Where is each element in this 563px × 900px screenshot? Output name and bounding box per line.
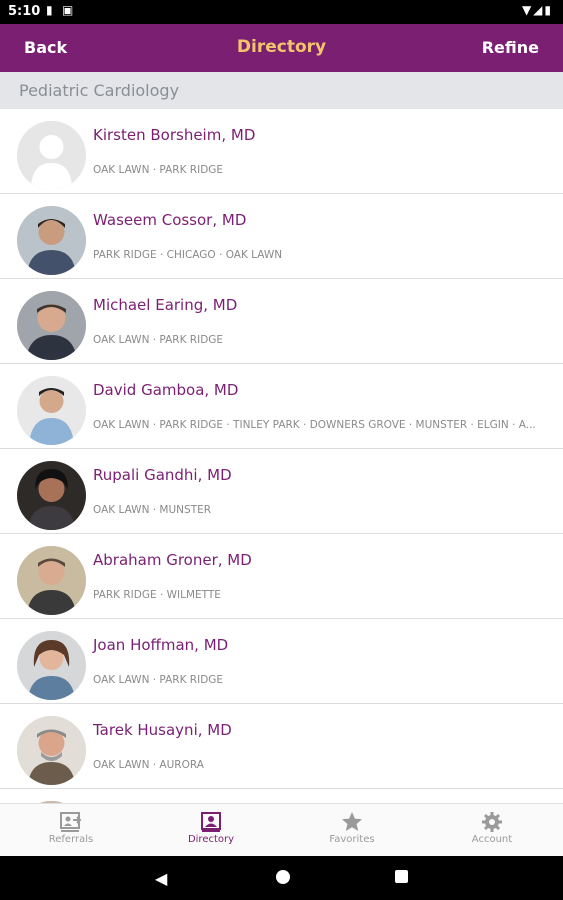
- star-icon: [342, 812, 362, 831]
- doctor-photo: [17, 631, 86, 700]
- page-title: Directory: [236, 37, 327, 57]
- nav-directory-label: Directory: [187, 834, 235, 845]
- referrals-icon: [60, 812, 82, 832]
- doctor-row[interactable]: Rupali Gandhi, MD OAK LAWN · MUNSTER: [0, 449, 563, 534]
- nav-favorites-label: Favorites: [329, 834, 375, 845]
- nav-favorites[interactable]: Favorites: [302, 810, 402, 845]
- doctor-row[interactable]: Michael Earing, MD OAK LAWN · PARK RIDGE: [0, 279, 563, 364]
- doctor-row[interactable]: Kirsten Borsheim, MD OAK LAWN · PARK RID…: [0, 109, 563, 194]
- directory-icon: [201, 812, 221, 832]
- section-title: Pediatric Cardiology: [19, 81, 180, 100]
- nav-directory[interactable]: Directory: [161, 810, 261, 845]
- doctor-name: Waseem Cossor, MD: [93, 211, 247, 229]
- app-bar: Back Directory Refine: [0, 24, 563, 72]
- doctor-locations: OAK LAWN · PARK RIDGE: [93, 674, 224, 686]
- status-bar: 5:10 ▮ ▣ ▼◢▮: [0, 0, 563, 24]
- doctor-name: Kirsten Borsheim, MD: [93, 126, 256, 144]
- doctor-name: Michael Earing, MD: [93, 296, 238, 314]
- nav-referrals[interactable]: Referrals: [21, 810, 121, 845]
- doctor-photo: [17, 206, 86, 275]
- placeholder-avatar: [17, 121, 86, 190]
- doctor-row[interactable]: David Gamboa, MD OAK LAWN · PARK RIDGE ·…: [0, 364, 563, 449]
- doctor-locations: OAK LAWN · MUNSTER: [93, 504, 212, 516]
- refine-button[interactable]: Refine: [482, 38, 539, 57]
- nav-referrals-label: Referrals: [48, 834, 94, 845]
- doctor-name: Joan Hoffman, MD: [93, 636, 229, 654]
- system-home-icon[interactable]: [276, 870, 290, 884]
- status-time: 5:10: [8, 4, 41, 19]
- doctor-list[interactable]: Kirsten Borsheim, MD OAK LAWN · PARK RID…: [0, 109, 563, 803]
- doctor-locations: PARK RIDGE · WILMETTE: [93, 589, 221, 601]
- doctor-name: Tarek Husayni, MD: [93, 721, 232, 739]
- sim-icon: ▣: [62, 3, 74, 17]
- system-back-icon[interactable]: ◀: [155, 869, 167, 888]
- doctor-locations: PARK RIDGE · CHICAGO · OAK LAWN: [93, 249, 283, 261]
- doctor-photo: [17, 376, 86, 445]
- doctor-photo: [17, 291, 86, 360]
- doctor-row[interactable]: Waseem Cossor, MD PARK RIDGE · CHICAGO ·…: [0, 194, 563, 279]
- doctor-row[interactable]: [0, 789, 563, 803]
- notification-icon: ▮: [46, 3, 53, 17]
- doctor-name: David Gamboa, MD: [93, 381, 239, 399]
- doctor-row[interactable]: Joan Hoffman, MD OAK LAWN · PARK RIDGE: [0, 619, 563, 704]
- doctor-locations: OAK LAWN · PARK RIDGE · TINLEY PARK · DO…: [93, 419, 536, 431]
- gear-icon: [482, 812, 502, 832]
- doctor-locations: OAK LAWN · PARK RIDGE: [93, 164, 224, 176]
- system-recents-icon[interactable]: [395, 870, 408, 883]
- doctor-locations: OAK LAWN · PARK RIDGE: [93, 334, 224, 346]
- doctor-row[interactable]: Abraham Groner, MD PARK RIDGE · WILMETTE: [0, 534, 563, 619]
- doctor-row[interactable]: Tarek Husayni, MD OAK LAWN · AURORA: [0, 704, 563, 789]
- section-header: Pediatric Cardiology: [0, 72, 563, 109]
- system-indicators: ▼◢▮: [521, 3, 553, 17]
- doctor-photo: [17, 461, 86, 530]
- nav-account[interactable]: Account: [442, 810, 542, 845]
- doctor-name: Abraham Groner, MD: [93, 551, 252, 569]
- doctor-name: Rupali Gandhi, MD: [93, 466, 232, 484]
- doctor-photo: [17, 546, 86, 615]
- nav-account-label: Account: [471, 834, 513, 845]
- doctor-photo: [17, 716, 86, 785]
- doctor-locations: OAK LAWN · AURORA: [93, 759, 204, 771]
- system-navigation-bar: ◀: [0, 856, 563, 900]
- bottom-navigation: Referrals Directory Favorites Account: [0, 803, 563, 857]
